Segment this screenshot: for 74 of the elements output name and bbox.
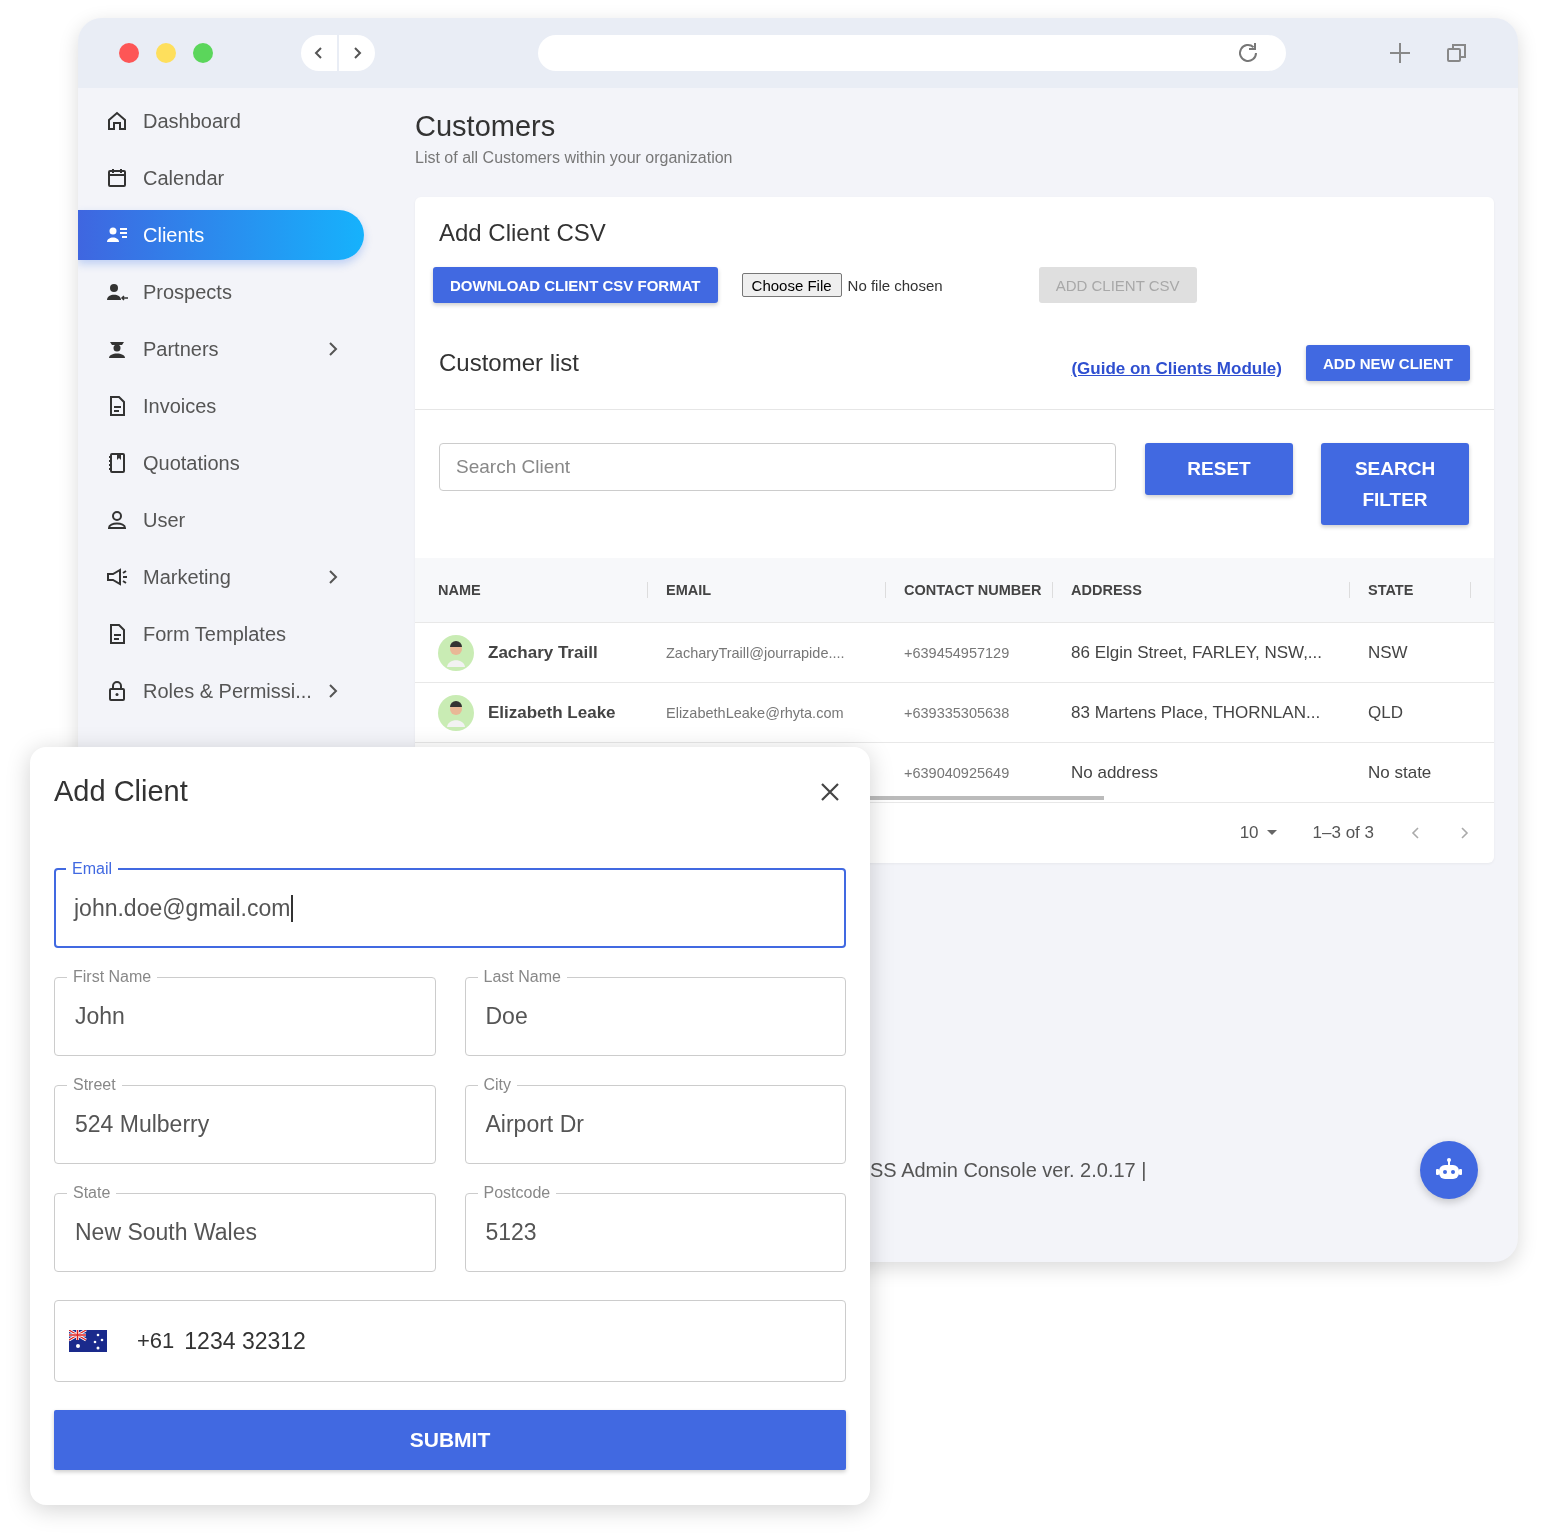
previous-page-icon[interactable]	[1410, 825, 1422, 841]
sidebar-item[interactable]: User	[78, 495, 364, 545]
column-header[interactable]: STATE	[1368, 582, 1414, 598]
table-cell: +639040925649	[904, 764, 1010, 781]
sidebar-item[interactable]: Roles & Permissi...	[78, 666, 364, 716]
chevron-right-icon	[328, 683, 338, 699]
text-field[interactable]: State New South Wales	[54, 1184, 436, 1272]
add-client-button[interactable]: ADD NEW CLIENT	[1306, 345, 1470, 381]
sidebar-item[interactable]: Quotations	[78, 438, 364, 488]
guide-link[interactable]: (Guide on Clients Module)	[1071, 359, 1282, 379]
text-field[interactable]: Postcode 5123	[464, 1184, 846, 1272]
windows-icon[interactable]	[1446, 42, 1468, 64]
page-title: Customers	[415, 110, 557, 143]
file-status: No file chosen	[847, 276, 943, 294]
flag-icon	[69, 1330, 107, 1352]
sidebar-item[interactable]: Invoices	[78, 381, 364, 431]
section-title: Add Client CSV	[439, 219, 607, 247]
submit-button[interactable]: SUBMIT	[54, 1410, 846, 1470]
column-header[interactable]: CONTACT NUMBER	[904, 582, 1042, 598]
search-field[interactable]: Search Client	[439, 443, 1116, 491]
column-header[interactable]: NAME	[438, 582, 481, 598]
table-cell: NSW	[1368, 642, 1408, 663]
sidebar-item[interactable]: Dashboard	[78, 96, 364, 146]
back-button[interactable]	[301, 35, 337, 71]
sidebar-item[interactable]: Form Templates	[78, 609, 364, 659]
section-title: Customer list	[439, 349, 580, 377]
sidebar-item[interactable]: Partners	[78, 324, 364, 374]
dialog-title: Add Client	[54, 775, 188, 808]
table-cell: 83 Martens Place, THORNLAN...	[1071, 702, 1321, 723]
avatar	[438, 694, 474, 731]
close-window-control[interactable]	[119, 43, 139, 63]
chevron-right-icon	[328, 569, 338, 585]
table-cell: ZacharyTraill@jourrapide....	[666, 644, 845, 661]
user-icon	[105, 508, 129, 532]
table-cell: +639335305638	[904, 704, 1010, 721]
text-field[interactable]: City Airport Dr	[464, 1076, 846, 1164]
table-cell: +639454957129	[904, 644, 1010, 661]
sidebar-item[interactable]: Prospects	[78, 267, 364, 317]
home-icon	[105, 109, 129, 133]
text-field[interactable]: Last Name Doe	[464, 968, 846, 1056]
text-field[interactable]: First Name John	[54, 968, 436, 1056]
column-header[interactable]: EMAIL	[666, 582, 712, 598]
maximize-window-control[interactable]	[193, 43, 213, 63]
new-tab-icon[interactable]	[1389, 42, 1411, 64]
caret-down-icon	[1266, 830, 1277, 836]
sidebar-item[interactable]: Marketing	[78, 552, 364, 602]
chevron-right-icon	[328, 341, 338, 357]
table-cell: ElizabethLeake@rhyta.com	[666, 704, 844, 721]
reset-button[interactable]: RESET	[1145, 443, 1293, 495]
table-cell: No address	[1071, 762, 1158, 783]
page-subtitle: List of all Customers within your organization	[415, 149, 734, 167]
client-name: Elizabeth Leake	[488, 702, 616, 723]
version-text: SS Admin Console ver. 2.0.17 |	[870, 1158, 1147, 1182]
download-button[interactable]: DOWNLOAD CLIENT CSV FORMAT	[433, 267, 718, 303]
column-header[interactable]: ADDRESS	[1071, 582, 1142, 598]
client-name: Zachary Traill	[488, 642, 598, 663]
chatbot-button[interactable]	[1420, 1141, 1478, 1199]
table-cell: No state	[1368, 762, 1432, 783]
phone-field[interactable]: +61 1234 32312	[54, 1300, 846, 1382]
avatar	[438, 634, 474, 671]
text-field[interactable]: Email john.doe@gmail.com	[54, 860, 846, 948]
search-filter-button[interactable]: SEARCH FILTER	[1321, 443, 1469, 525]
choose-file-button[interactable]: Choose File	[741, 273, 842, 297]
rows-per-page-select[interactable]: 10	[1239, 823, 1277, 843]
sidebar-item[interactable]: Calendar	[78, 153, 364, 203]
table-cell: QLD	[1368, 702, 1403, 723]
sidebar-item[interactable]: Clients	[78, 210, 364, 260]
next-page-icon[interactable]	[1458, 825, 1470, 841]
table-cell: 86 Elgin Street, FARLEY, NSW,...	[1071, 642, 1323, 663]
close-icon[interactable]	[820, 781, 840, 802]
calendar-icon	[105, 166, 129, 190]
forward-button[interactable]	[339, 35, 375, 71]
text-field[interactable]: Street 524 Mulberry	[54, 1076, 436, 1164]
page-range: 1–3 of 3	[1312, 823, 1374, 843]
